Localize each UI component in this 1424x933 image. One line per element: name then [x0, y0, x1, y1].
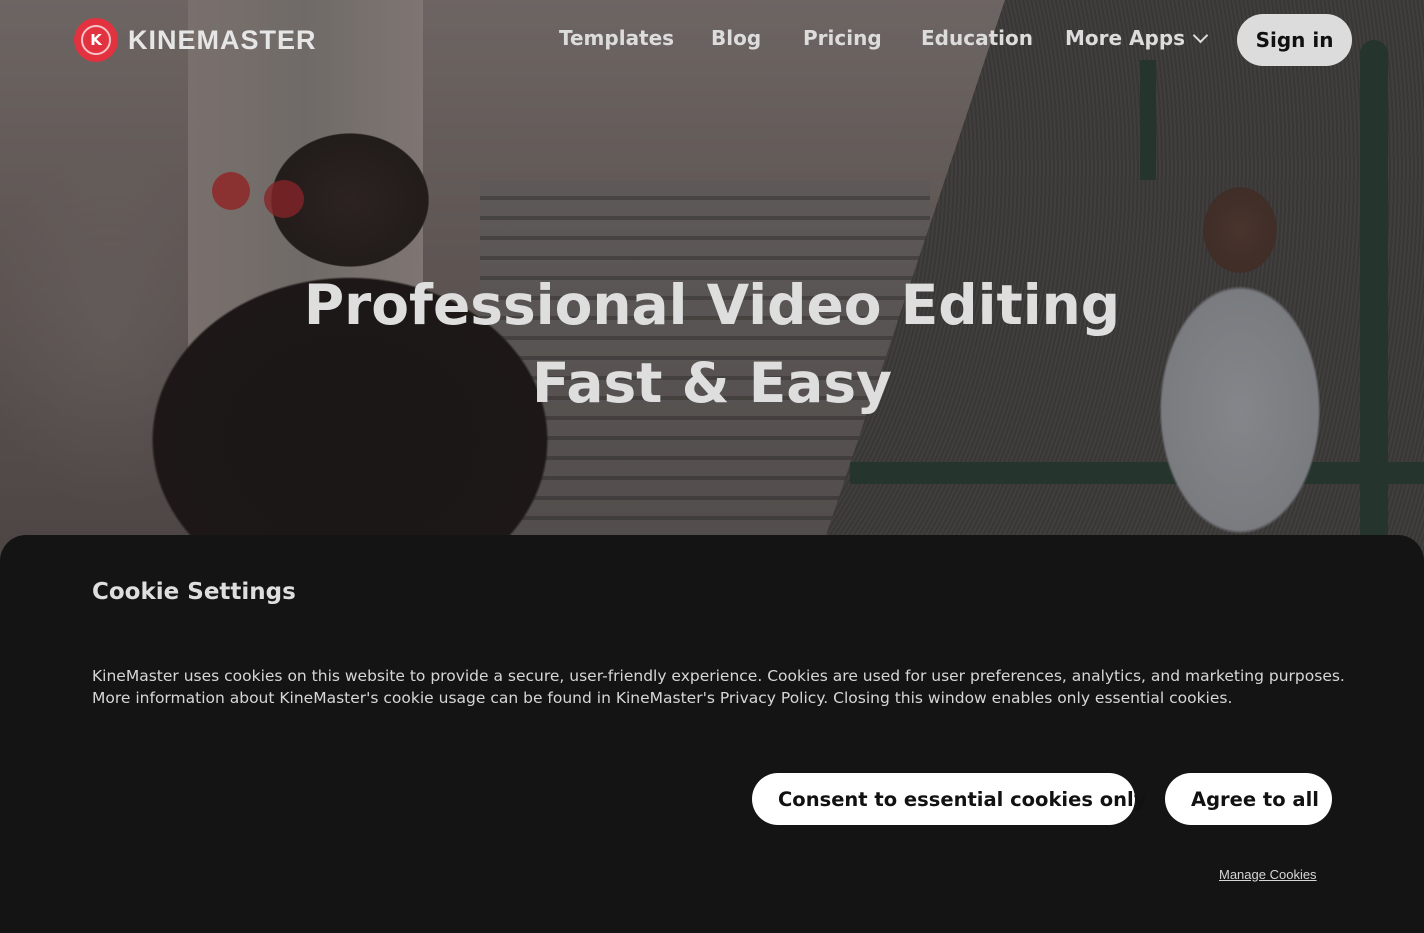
top-nav: K KINEMASTER Templates Blog Pricing Educ… — [0, 0, 1424, 80]
cookie-settings-panel: Cookie Settings KineMaster uses cookies … — [0, 535, 1424, 933]
nav-more-apps[interactable]: More Apps — [1065, 26, 1209, 50]
nav-pricing[interactable]: Pricing — [803, 26, 882, 50]
logo-link[interactable]: K KINEMASTER — [74, 18, 317, 62]
agree-all-button[interactable]: Agree to all — [1165, 773, 1332, 825]
sign-in-button[interactable]: Sign in — [1237, 14, 1352, 66]
consent-essential-button[interactable]: Consent to essential cookies only — [752, 773, 1146, 825]
manage-cookies-link[interactable]: Manage Cookies — [1219, 867, 1317, 882]
nav-templates[interactable]: Templates — [559, 26, 674, 50]
kinemaster-logo-icon: K — [74, 18, 118, 62]
nav-blog[interactable]: Blog — [711, 26, 761, 50]
hero-title-line-1: Professional Video Editing — [303, 273, 1121, 337]
hero-headline: Professional Video Editing Fast & Easy — [0, 266, 1424, 422]
cookie-description: KineMaster uses cookies on this website … — [92, 667, 1345, 707]
logo-text: KINEMASTER — [128, 24, 317, 55]
nav-education[interactable]: Education — [921, 26, 1033, 50]
logo-letter: K — [81, 25, 111, 55]
hero-title-line-2: Fast & Easy — [531, 351, 893, 415]
nav-more-apps-label: More Apps — [1065, 26, 1186, 50]
chevron-down-icon — [1192, 27, 1209, 44]
cookie-settings-title: Cookie Settings — [92, 579, 296, 605]
